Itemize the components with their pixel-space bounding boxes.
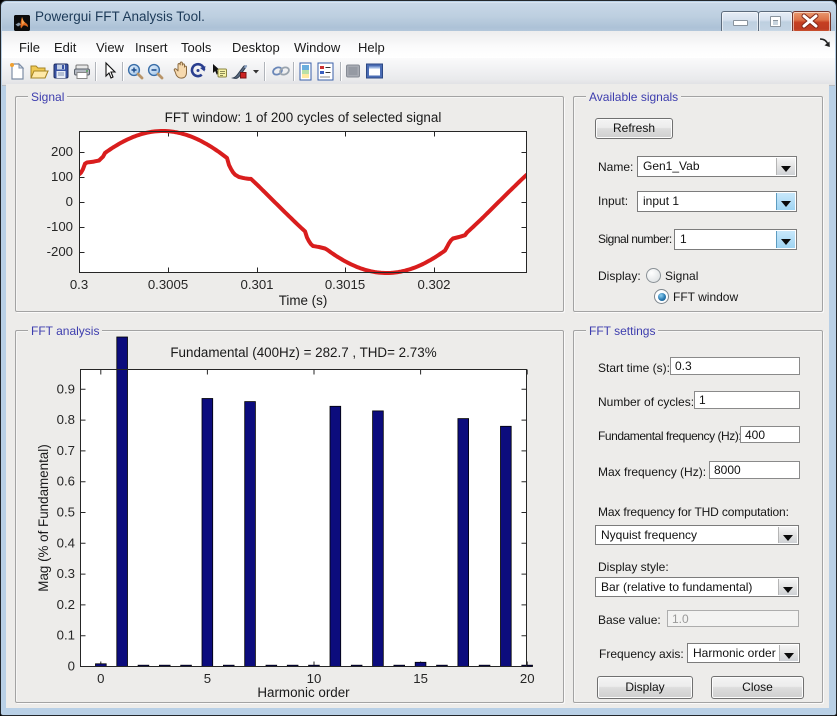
svg-text:0.3005: 0.3005 (148, 277, 188, 292)
svg-text:0.3: 0.3 (70, 277, 88, 292)
svg-text:10: 10 (307, 671, 322, 686)
svg-text:0.302: 0.302 (417, 277, 450, 292)
svg-text:Time (s): Time (s) (279, 293, 328, 308)
svg-text:-100: -100 (47, 219, 73, 234)
svg-text:FFT window: 1 of 200 cycles of: FFT window: 1 of 200 cycles of selected … (165, 110, 442, 125)
svg-text:0.3: 0.3 (57, 566, 75, 581)
svg-text:0.3015: 0.3015 (325, 277, 365, 292)
svg-text:0.5: 0.5 (57, 505, 75, 520)
svg-text:0.7: 0.7 (57, 443, 75, 458)
svg-text:200: 200 (51, 144, 73, 159)
svg-text:0.1: 0.1 (57, 628, 75, 643)
svg-text:0.6: 0.6 (57, 474, 75, 489)
svg-text:-200: -200 (47, 244, 73, 259)
svg-text:0: 0 (68, 659, 75, 674)
svg-text:0.8: 0.8 (57, 412, 75, 427)
svg-text:0.9: 0.9 (57, 381, 75, 396)
svg-text:15: 15 (413, 671, 428, 686)
svg-text:0: 0 (66, 194, 73, 209)
svg-text:Fundamental (400Hz) = 282.7 ,: Fundamental (400Hz) = 282.7 , THD= 2.73% (170, 345, 436, 360)
svg-text:Mag (% of Fundamental): Mag (% of Fundamental) (36, 444, 51, 591)
svg-text:0.301: 0.301 (240, 277, 273, 292)
svg-text:Harmonic order: Harmonic order (257, 685, 350, 700)
svg-text:0: 0 (97, 671, 104, 686)
svg-text:0.4: 0.4 (57, 535, 75, 550)
svg-text:20: 20 (520, 671, 535, 686)
svg-text:0.2: 0.2 (57, 597, 75, 612)
svg-text:5: 5 (204, 671, 211, 686)
svg-text:100: 100 (51, 169, 73, 184)
